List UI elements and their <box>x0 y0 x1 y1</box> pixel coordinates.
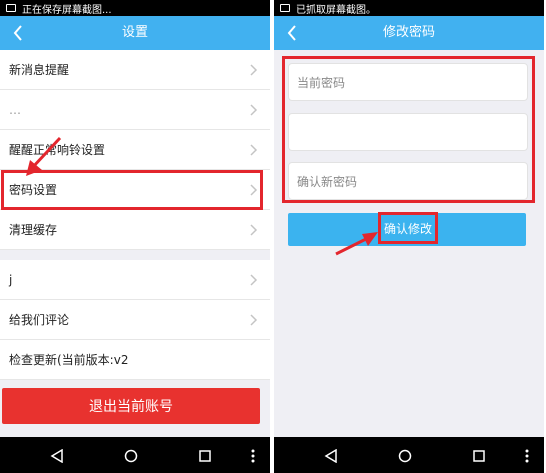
change-password-screen: 已抓取屏幕截图。 修改密码 当前密码 确认新密码 确认修改 <box>274 0 544 473</box>
menu-item-label: 新消息提醒 <box>9 63 70 77</box>
chevron-right-icon <box>250 274 258 286</box>
section-divider <box>0 250 270 260</box>
menu-item-label: 给我们评论 <box>9 313 70 327</box>
chevron-right-icon <box>250 64 258 76</box>
nav-home-icon[interactable] <box>122 447 140 465</box>
android-nav-bar <box>274 437 544 473</box>
menu-item-label: j <box>9 272 13 287</box>
form-highlight <box>282 56 535 203</box>
nav-back-icon[interactable] <box>322 447 340 465</box>
status-text: 已抓取屏幕截图。 <box>296 4 376 16</box>
page-title: 设置 <box>121 25 148 40</box>
nav-recents-icon[interactable] <box>196 447 214 465</box>
status-bar: 正在保存屏幕截图... <box>0 0 270 16</box>
menu-item-clear-cache[interactable]: 清理缓存 <box>0 210 270 250</box>
chevron-right-icon <box>250 314 258 326</box>
status-text: 正在保存屏幕截图... <box>22 4 112 16</box>
menu-item-label: 清理缓存 <box>9 223 58 237</box>
menu-item-label: 检查更新(当前版本:v2 <box>9 353 129 367</box>
nav-menu-icon[interactable] <box>518 447 536 465</box>
chevron-right-icon <box>250 104 258 116</box>
chevron-right-icon <box>250 144 258 156</box>
annotation-arrow-icon <box>26 136 62 176</box>
status-bar: 已抓取屏幕截图。 <box>274 0 544 16</box>
annotation-arrow-icon <box>335 232 378 256</box>
menu-item-label: … <box>9 102 21 117</box>
settings-screen: 正在保存屏幕截图... 设置 新消息提醒 … 醒醒正常响铃设置 密码设置 清理缓… <box>0 0 270 473</box>
screenshot-icon <box>6 4 16 12</box>
menu-item-check-update[interactable]: 检查更新(当前版本:v2 <box>0 340 270 380</box>
app-bar: 修改密码 <box>274 16 544 50</box>
settings-menu: 新消息提醒 … 醒醒正常响铃设置 密码设置 清理缓存 j 给我们评论 检查更新(… <box>0 50 270 380</box>
app-bar: 设置 <box>0 16 270 50</box>
page-title: 修改密码 <box>382 25 435 40</box>
menu-item-rate-us[interactable]: 给我们评论 <box>0 300 270 340</box>
menu-item-2[interactable]: … <box>0 90 270 130</box>
menu-item-6[interactable]: j <box>0 260 270 300</box>
confirm-button-label[interactable]: 确认修改 <box>378 212 438 244</box>
nav-menu-icon[interactable] <box>244 447 262 465</box>
screenshot-icon <box>280 4 290 12</box>
android-nav-bar <box>0 437 270 473</box>
chevron-right-icon <box>250 224 258 236</box>
menu-item-new-message-alert[interactable]: 新消息提醒 <box>0 50 270 90</box>
logout-button[interactable]: 退出当前账号 <box>2 388 260 424</box>
nav-recents-icon[interactable] <box>470 447 488 465</box>
nav-home-icon[interactable] <box>396 447 414 465</box>
nav-back-icon[interactable] <box>48 447 66 465</box>
